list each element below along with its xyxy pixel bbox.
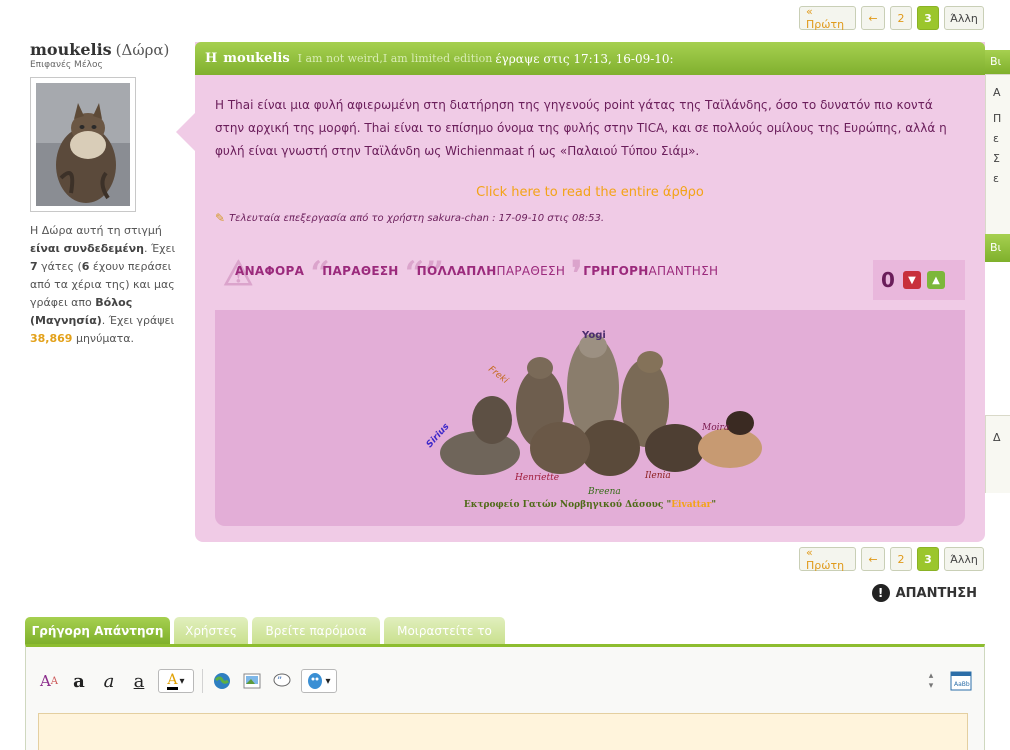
user-real-name: (Δώρα): [115, 41, 170, 59]
side-widget-header[interactable]: Βι: [985, 50, 1010, 74]
chevron-down-icon: ▾: [179, 675, 185, 687]
pencil-icon: ✎: [215, 211, 226, 225]
signature: Yogi Freki Sirius Henriette Breena Ileni…: [215, 310, 965, 526]
cats-banner-image: Yogi Freki Sirius Henriette Breena Ileni…: [425, 330, 762, 497]
editor-toolbar-right: ▴ ▾ AaBb: [920, 669, 972, 693]
insert-image-icon[interactable]: [241, 669, 263, 693]
page-2-button[interactable]: 2: [890, 6, 912, 30]
reply-button[interactable]: ! ΑΠΑΝΤΗΣΗ: [871, 584, 977, 602]
cat-name: Moira: [701, 423, 729, 433]
username[interactable]: moukelis: [30, 40, 112, 59]
user-tagline: I am not weird,I am limited edition: [297, 52, 493, 65]
text-color-picker[interactable]: A ▾: [158, 669, 194, 693]
smilies-picker[interactable]: ▾: [301, 669, 337, 693]
resize-arrows-icon[interactable]: ▴ ▾: [920, 669, 942, 693]
editor-toolbar: AA a a a A ▾ ” ▾: [38, 669, 337, 693]
svg-text:AaBb: AaBb: [954, 681, 970, 688]
cat-avatar-image: [36, 83, 130, 206]
avatar[interactable]: [30, 77, 136, 212]
insert-link-icon[interactable]: [211, 669, 233, 693]
pagination-top: « Πρώτη ← 2 3 Άλλη: [799, 5, 984, 31]
bottom-tabs: Γρήγορη Απάντηση Χρήστες Βρείτε παρόμοια…: [25, 617, 505, 644]
page: « Πρώτη ← 2 3 Άλλη moukelis (Δώρα) Επιφαν…: [0, 0, 1010, 750]
first-page-button[interactable]: « Πρώτη: [799, 546, 856, 572]
tab-quick-reply[interactable]: Γρήγορη Απάντηση: [25, 617, 170, 644]
reputation-box: 0 ▼ ▲: [873, 260, 965, 300]
toolbar-divider: [202, 669, 203, 693]
user-title: Επιφανές Μέλος: [30, 60, 103, 70]
font-size-icon[interactable]: AA: [38, 669, 60, 693]
online-status: είναι συνδεδεμένη: [30, 242, 144, 255]
post-body: Η Thai είναι μια φυλή αφιερωμένη στη δια…: [215, 98, 947, 158]
italic-button[interactable]: a: [98, 669, 120, 693]
edit-notice: ✎ Τελευταία επεξεργασία από το χρήστη sa…: [215, 211, 605, 225]
post-header: Η moukelis I am not weird,I am limited e…: [195, 42, 985, 75]
side-widget-header[interactable]: Βι: [985, 234, 1010, 262]
tab-users[interactable]: Χρήστες: [174, 617, 248, 644]
tab-share[interactable]: Μοιραστείτε το: [384, 617, 505, 644]
quick-reply-editor: AA a a a A ▾ ” ▾ ▴ ▾ AaBb: [25, 644, 985, 750]
chevron-down-icon: ▾: [325, 675, 331, 687]
prev-page-button[interactable]: ←: [861, 6, 885, 30]
underline-button[interactable]: a: [128, 669, 150, 693]
thumbs-up-icon[interactable]: ▲: [927, 271, 945, 289]
pagination-bottom: « Πρώτη ← 2 3 Άλλη: [799, 546, 984, 572]
other-page-button[interactable]: Άλλη: [944, 6, 984, 30]
first-page-button[interactable]: « Πρώτη: [799, 5, 856, 31]
user-bio: Η Δώρα αυτή τη στιγμή είναι συνδεδεμένη.…: [30, 224, 176, 345]
switch-editor-mode-icon[interactable]: AaBb: [950, 669, 972, 693]
side-widget-content: Α Π ε Σ ε: [985, 74, 1010, 234]
signature-caption: Εκτροφείο Γατών Νορβηγικού Δάσους "Eivat…: [463, 500, 717, 510]
post-pointer: [176, 112, 196, 152]
post-count[interactable]: 38,869: [30, 332, 72, 345]
cat-name: Henriette: [514, 473, 559, 483]
speech-bubble-icon: ❜: [571, 254, 583, 294]
other-page-button[interactable]: Άλλη: [944, 547, 984, 571]
read-more-link[interactable]: Click here to read the entire άρθρο: [195, 185, 985, 200]
post-timestamp: έγραψε στις 17:13, 16-09-10:: [495, 51, 674, 66]
page-2-button[interactable]: 2: [890, 547, 912, 571]
insert-quote-icon[interactable]: ”: [271, 669, 293, 693]
svg-text:”: ”: [277, 676, 282, 687]
page-3-current: 3: [917, 6, 939, 30]
multi-quote-button[interactable]: “” ΠΟΛΛΑΠΛΗ ΠΑΡΑΘΕΣΗ: [405, 254, 566, 294]
quote-button[interactable]: “ ΠΑΡΑΘΕΣΗ: [310, 254, 398, 294]
text-color-icon: A: [167, 671, 178, 690]
thumbs-down-icon[interactable]: ▼: [903, 271, 921, 289]
cat-name: Yogi: [581, 330, 606, 341]
post: Η moukelis I am not weird,I am limited e…: [195, 42, 985, 542]
reply-bubble-icon: !: [871, 584, 890, 602]
cat-name: Ilenia: [644, 471, 671, 481]
bold-button[interactable]: a: [68, 669, 90, 693]
prev-page-button[interactable]: ←: [861, 547, 885, 571]
user-info: moukelis (Δώρα) Επιφανές Μέλος Η Δώρα αυτ…: [30, 40, 180, 348]
cat-name: Freki: [486, 364, 510, 386]
reputation-score: 0: [881, 268, 895, 292]
cat-name: Breena: [587, 487, 621, 497]
page-3-current: 3: [917, 547, 939, 571]
reply-textarea[interactable]: [38, 713, 968, 750]
tab-find-similar[interactable]: Βρείτε παρόμοια: [252, 617, 380, 644]
quick-reply-button[interactable]: ❜ ΓΡΗΓΟΡΗ ΑΠΑΝΤΗΣΗ: [571, 254, 718, 294]
post-actions: ⚠ ΑΝΑΦΟΡΑ “ ΠΑΡΑΘΕΣΗ “” ΠΟΛΛΑΠΛΗ ΠΑΡΑΘΕΣΗ…: [223, 254, 718, 294]
cattery-link[interactable]: Eivattar: [671, 500, 711, 510]
report-button[interactable]: ⚠ ΑΝΑΦΟΡΑ: [223, 254, 304, 294]
post-author[interactable]: moukelis: [223, 51, 289, 66]
smiley-icon: [308, 673, 323, 689]
side-widget-content: Δ: [985, 415, 1010, 493]
